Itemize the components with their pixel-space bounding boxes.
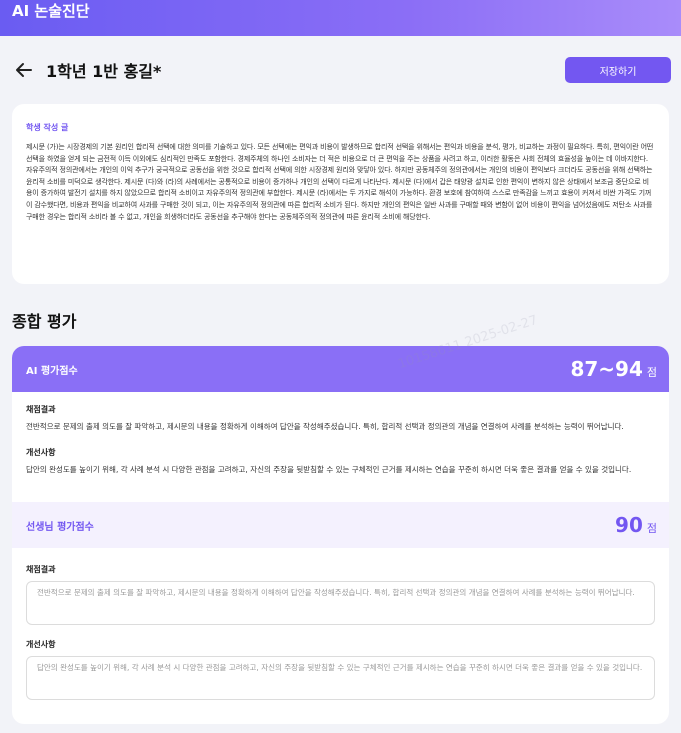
back-arrow-icon[interactable] <box>14 60 34 80</box>
teacher-improve-textarea[interactable]: 답안의 완성도를 높이기 위해, 각 사례 분석 시 다양한 관점을 고려하고,… <box>26 656 655 700</box>
app-title: AI 논술진단 <box>12 2 90 20</box>
ai-improve-text: 답안의 완성도를 높이기 위해, 각 사례 분석 시 다양한 관점을 고려하고,… <box>26 465 632 474</box>
teacher-score-value[interactable]: 90 <box>615 513 643 537</box>
title-bar: 1학년 1반 홍길* 저장하기 <box>0 36 681 104</box>
ai-improve-label: 개선사항 <box>26 448 56 457</box>
teacher-score-header: 선생님 평가점수 90 점 <box>12 502 669 548</box>
evaluation-card: AI 평가점수 87~94 점 채점결과 전반적으로 문제의 출제 의도를 잘 파… <box>12 346 669 724</box>
section-title: 종합 평가 <box>12 312 77 331</box>
ai-score-value: 87~94 <box>570 357 643 381</box>
ai-score-header: AI 평가점수 87~94 점 <box>12 346 669 392</box>
ai-feedback: 채점결과 전반적으로 문제의 출제 의도를 잘 파악하고, 제시문의 내용을 정… <box>12 392 669 502</box>
page-title: 1학년 1반 홍길* <box>46 62 162 81</box>
app-header: AI 논술진단 <box>0 0 681 36</box>
essay-card: 학생 작성 글 제시문 (가)는 시장경제의 기본 원리인 합리적 선택에 대한… <box>12 104 669 284</box>
ai-result-label: 채점결과 <box>26 405 56 414</box>
teacher-result-textarea[interactable]: 전반적으로 문제의 출제 의도를 잘 파악하고, 제시문의 내용을 정확하게 이… <box>26 581 655 625</box>
title-group: 1학년 1반 홍길* <box>14 58 161 82</box>
teacher-improve-label: 개선사항 <box>26 640 56 649</box>
teacher-score-label: 선생님 평가점수 <box>26 521 94 533</box>
teacher-score-display[interactable]: 90 점 <box>615 513 657 537</box>
essay-text: 제시문 (가)는 시장경제의 기본 원리인 합리적 선택에 대한 의미를 기술하… <box>26 143 654 221</box>
teacher-score-unit: 점 <box>646 522 657 535</box>
ai-score-unit: 점 <box>646 366 657 379</box>
teacher-feedback: 채점결과 전반적으로 문제의 출제 의도를 잘 파악하고, 제시문의 내용을 정… <box>12 548 669 724</box>
teacher-result-label: 채점결과 <box>26 565 56 574</box>
ai-score-label: AI 평가점수 <box>26 365 78 377</box>
save-button[interactable]: 저장하기 <box>565 57 671 83</box>
essay-label: 학생 작성 글 <box>26 123 69 132</box>
ai-score-display: 87~94 점 <box>570 357 657 381</box>
ai-result-text: 전반적으로 문제의 출제 의도를 잘 파악하고, 제시문의 내용을 정확하게 이… <box>26 422 624 431</box>
